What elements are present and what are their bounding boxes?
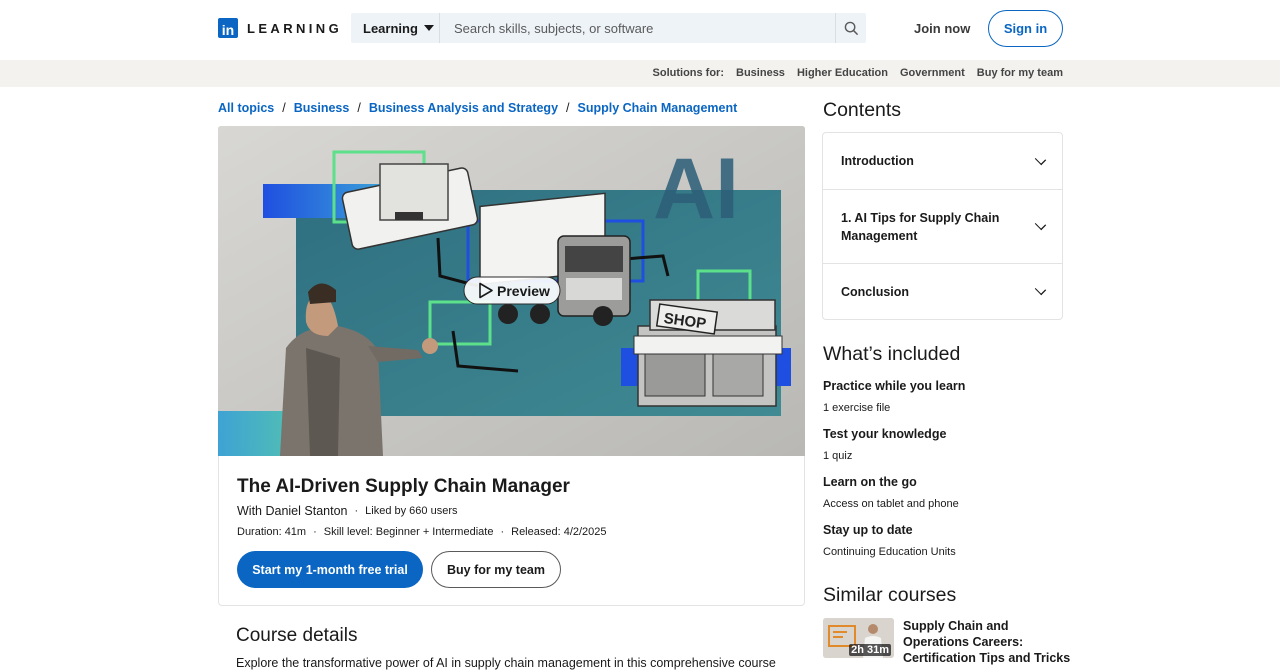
caret-down-icon bbox=[423, 25, 434, 31]
course-description: Explore the transformative power of AI i… bbox=[236, 656, 776, 670]
likes-count: Liked by 660 users bbox=[365, 505, 458, 517]
solutions-label: Solutions for: bbox=[652, 67, 725, 79]
similar-courses-heading: Similar courses bbox=[823, 584, 957, 606]
search-bar: Learning bbox=[351, 13, 866, 43]
course-release-date: Released: 4/2/2025 bbox=[511, 526, 607, 538]
top-nav: in LEARNING Learning Join now Sign in bbox=[0, 0, 1280, 60]
breadcrumb-business-analysis[interactable]: Business Analysis and Strategy bbox=[369, 101, 558, 115]
search-icon bbox=[844, 21, 858, 35]
preview-label: Preview bbox=[497, 283, 550, 299]
chevron-down-icon bbox=[1034, 153, 1047, 165]
similar-course-thumbnail[interactable]: 2h 31m bbox=[823, 618, 894, 658]
chapter-introduction[interactable]: Introduction bbox=[823, 133, 1062, 189]
breadcrumb: All topics / Business / Business Analysi… bbox=[218, 101, 737, 115]
chapter-ai-tips[interactable]: 1. AI Tips for Supply Chain Management bbox=[823, 189, 1062, 263]
included-item-desc: 1 quiz bbox=[823, 450, 853, 462]
chapter-conclusion[interactable]: Conclusion bbox=[823, 263, 1062, 319]
meta-separator: · bbox=[354, 505, 359, 517]
svg-text:AI: AI bbox=[653, 141, 739, 237]
linkedin-learning-logo[interactable]: in LEARNING bbox=[218, 18, 342, 38]
breadcrumb-separator: / bbox=[357, 101, 361, 115]
solutions-link-buy-for-team[interactable]: Buy for my team bbox=[977, 67, 1063, 79]
breadcrumb-separator: / bbox=[282, 101, 286, 115]
included-item-title: Practice while you learn bbox=[823, 379, 966, 393]
chevron-down-icon bbox=[1034, 283, 1047, 296]
course-title: The AI-Driven Supply Chain Manager bbox=[237, 476, 570, 497]
included-item-desc: 1 exercise file bbox=[823, 402, 891, 414]
included-item-title: Test your knowledge bbox=[823, 427, 947, 441]
included-item-desc: Continuing Education Units bbox=[823, 546, 956, 558]
chapter-label: Conclusion bbox=[841, 284, 910, 299]
course-summary-card: The AI-Driven Supply Chain Manager With … bbox=[218, 456, 805, 606]
course-byline: With Daniel Stanton · Liked by 660 users bbox=[237, 504, 458, 518]
similar-course-duration: 2h 31m bbox=[849, 644, 891, 656]
instructor-link[interactable]: With Daniel Stanton bbox=[237, 504, 347, 518]
chapter-label: 1. AI Tips for Supply Chain Management bbox=[841, 210, 1000, 243]
whats-included-heading: What’s included bbox=[823, 343, 961, 365]
search-category-label: Learning bbox=[363, 20, 418, 36]
included-item-title: Learn on the go bbox=[823, 475, 917, 489]
course-hero-illustration: AI SHOP Preview bbox=[218, 126, 805, 456]
breadcrumb-business[interactable]: Business bbox=[294, 101, 350, 115]
search-button[interactable] bbox=[835, 13, 866, 43]
solutions-link-higher-education[interactable]: Higher Education bbox=[797, 67, 888, 79]
course-skill-level: Skill level: Beginner + Intermediate bbox=[323, 526, 494, 538]
solutions-link-business[interactable]: Business bbox=[736, 67, 785, 79]
similar-course-title[interactable]: Supply Chain and Operations Careers: Cer… bbox=[903, 618, 1073, 666]
sign-in-button[interactable]: Sign in bbox=[988, 10, 1063, 47]
breadcrumb-supply-chain[interactable]: Supply Chain Management bbox=[578, 101, 738, 115]
linkedin-in-icon: in bbox=[218, 18, 238, 38]
join-now-link[interactable]: Join now bbox=[914, 21, 970, 36]
course-duration: Duration: 41m bbox=[237, 526, 307, 538]
course-details-heading: Course details bbox=[236, 625, 358, 646]
breadcrumb-separator: / bbox=[566, 101, 570, 115]
buy-for-team-button[interactable]: Buy for my team bbox=[431, 551, 561, 588]
preview-button[interactable]: Preview bbox=[463, 276, 561, 305]
solutions-link-government[interactable]: Government bbox=[900, 67, 965, 79]
contents-heading: Contents bbox=[823, 99, 902, 121]
meta-separator: · bbox=[313, 526, 317, 538]
breadcrumb-all-topics[interactable]: All topics bbox=[218, 101, 274, 115]
search-category-dropdown[interactable]: Learning bbox=[351, 13, 440, 43]
course-hero-video[interactable]: AI SHOP Preview bbox=[218, 126, 805, 456]
start-free-trial-button[interactable]: Start my 1-month free trial bbox=[237, 551, 423, 588]
included-item-desc: Access on tablet and phone bbox=[823, 498, 959, 510]
chapter-label: Introduction bbox=[841, 154, 914, 168]
contents-accordion: Introduction 1. AI Tips for Supply Chain… bbox=[822, 132, 1063, 320]
chevron-down-icon bbox=[1034, 218, 1047, 231]
course-stats: Duration: 41m · Skill level: Beginner + … bbox=[237, 526, 607, 538]
solutions-bar: Solutions for: Business Higher Education… bbox=[0, 60, 1280, 87]
search-input[interactable] bbox=[440, 13, 835, 43]
logo-wordmark: LEARNING bbox=[247, 20, 343, 36]
included-item-title: Stay up to date bbox=[823, 523, 913, 537]
meta-separator: · bbox=[500, 526, 505, 538]
